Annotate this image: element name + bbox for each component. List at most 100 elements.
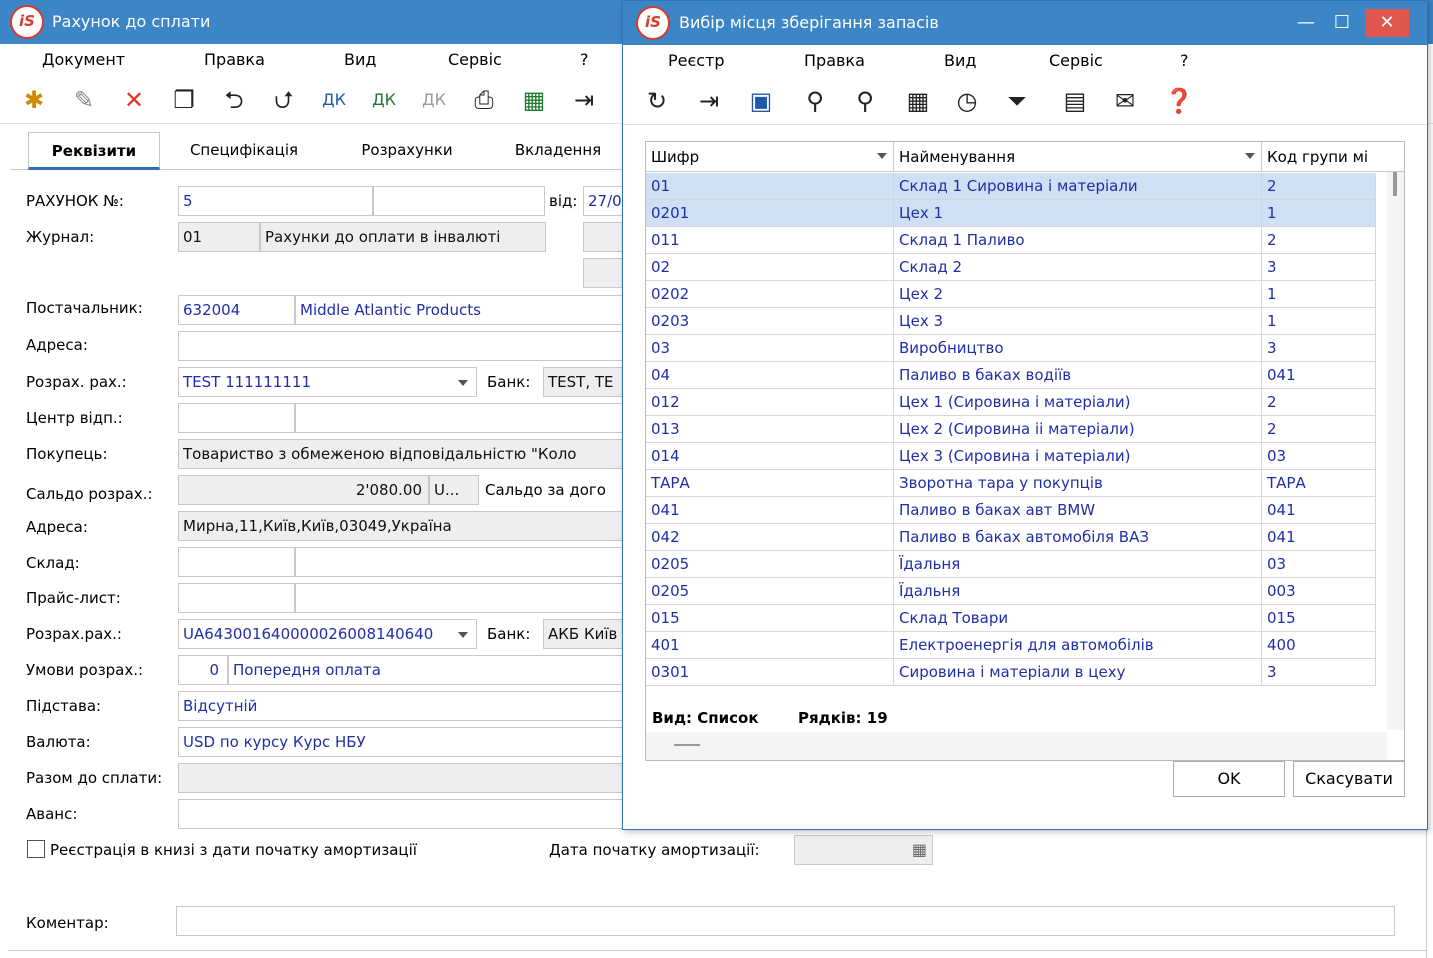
supplier-code-field[interactable]: 632004 — [178, 295, 295, 325]
column-name[interactable]: Найменування — [894, 142, 1262, 172]
period-icon[interactable]: ◷ — [949, 83, 985, 119]
supplier-address-field[interactable] — [178, 331, 623, 361]
search-icon[interactable]: ⚲ — [797, 83, 833, 119]
invoice-suffix-field[interactable] — [373, 186, 545, 216]
menu-service[interactable]: Сервіс — [1049, 51, 1103, 70]
invoice-number-field[interactable]: 5 — [178, 186, 373, 216]
calendar-icon[interactable]: ▦ — [912, 836, 927, 864]
tab-attachments[interactable]: Вкладення — [502, 132, 614, 170]
menu-help[interactable]: ? — [1180, 51, 1189, 70]
table-row[interactable]: 013 Цех 2 (Сировина ii матеріали) 2 — [646, 416, 1376, 443]
delete-document-icon[interactable]: ✕ — [116, 82, 152, 118]
horizontal-scrollbar[interactable] — [646, 732, 1387, 760]
cell-code: 0201 — [646, 200, 894, 227]
table-row[interactable]: 0201 Цех 11 — [646, 200, 1376, 227]
table-row[interactable]: 0301 Сировина і матеріали в цеху 3 — [646, 659, 1376, 686]
account-select[interactable]: TEST 111111111 — [178, 367, 477, 397]
table-row[interactable]: 0205 Їдальня 003 — [646, 578, 1376, 605]
center-name-field[interactable] — [295, 403, 623, 433]
menu-view[interactable]: Вид — [344, 50, 376, 69]
table-row[interactable]: 014 Цех 3 (Сировина і матеріали) 03 — [646, 443, 1376, 470]
search-next-icon[interactable]: ⚲ — [847, 83, 883, 119]
pricelist-name-field[interactable] — [295, 583, 623, 613]
edit-document-icon[interactable]: ✎ — [66, 82, 102, 118]
column-group-code[interactable]: Код групи мі — [1262, 142, 1404, 172]
terms-code-field[interactable]: 0 — [178, 655, 228, 685]
help-icon[interactable]: ❓ — [1161, 83, 1197, 119]
print-icon[interactable]: ⎙ — [466, 82, 502, 118]
basis-field[interactable]: Відсутній — [178, 691, 623, 721]
minimize-icon[interactable]: — — [1289, 9, 1323, 37]
chevron-down-icon[interactable] — [458, 380, 468, 386]
currency-field[interactable]: USD по курсу Курс НБУ — [178, 727, 623, 757]
import-icon[interactable]: ⮌ — [216, 82, 252, 118]
menu-edit[interactable]: Правка — [804, 51, 865, 70]
register-checkbox[interactable] — [27, 840, 45, 858]
export-icon[interactable]: ⮍ — [266, 82, 302, 118]
debit-credit-cancel-icon[interactable]: ДК — [416, 82, 452, 118]
filter-icon[interactable] — [877, 153, 887, 159]
debit-credit-post-icon[interactable]: ДК — [366, 82, 402, 118]
tab-details[interactable]: Реквізити — [28, 132, 160, 170]
mail-icon[interactable]: ✉ — [1107, 83, 1143, 119]
clear-filter-icon[interactable]: ⏷ — [999, 83, 1035, 119]
center-code-field[interactable] — [178, 403, 295, 433]
table-row[interactable]: 04 Паливо в баках водіїв 041 — [646, 362, 1376, 389]
warehouse-code-field[interactable] — [178, 547, 295, 577]
table-row[interactable]: 0205 Їдальня 03 — [646, 551, 1376, 578]
menu-document[interactable]: Документ — [42, 50, 125, 69]
table-row[interactable]: 03 Виробництво 3 — [646, 335, 1376, 362]
amort-date-field[interactable]: ▦ — [794, 835, 933, 865]
table-row[interactable]: 0203 Цех 31 — [646, 308, 1376, 335]
warehouse-name-field[interactable] — [295, 547, 623, 577]
terms-name-field[interactable]: Попередня оплата — [228, 655, 623, 685]
table-row[interactable]: 01 Склад 1 Сировина і матеріали 2 — [646, 173, 1376, 200]
excel-icon[interactable]: ▦ — [516, 82, 552, 118]
table-row[interactable]: 02 Склад 23 — [646, 254, 1376, 281]
table-row[interactable]: 401 Електроенергія для автомобілів 400 — [646, 632, 1376, 659]
copy-icon[interactable]: ❐ — [166, 82, 202, 118]
table-row[interactable]: 041 Паливо в баках авт BMW 041 — [646, 497, 1376, 524]
document-icon[interactable]: ▤ — [1057, 83, 1093, 119]
save-icon[interactable]: ▣ — [743, 83, 779, 119]
new-document-icon[interactable]: ✱ — [16, 82, 52, 118]
cell-code: 012 — [646, 389, 894, 416]
menu-help[interactable]: ? — [580, 50, 589, 69]
ok-button[interactable]: OK — [1173, 761, 1285, 797]
bank-field: TEST, TE — [543, 367, 623, 397]
scrollbar-thumb[interactable] — [1393, 172, 1397, 196]
menu-view[interactable]: Вид — [944, 51, 976, 70]
table-row[interactable]: ТАРА Зворотна тара у покупців ТАРА — [646, 470, 1376, 497]
from-date-field[interactable]: 27/0 — [583, 186, 623, 216]
table-row[interactable]: 015 Склад Товари 015 — [646, 605, 1376, 632]
debit-credit-icon[interactable]: ДК — [316, 82, 352, 118]
table-row[interactable]: 0202 Цех 21 — [646, 281, 1376, 308]
tab-specification[interactable]: Специфікація — [174, 132, 314, 170]
refresh-icon[interactable]: ↻ — [639, 83, 675, 119]
maximize-icon[interactable]: ☐ — [1325, 9, 1359, 37]
column-code[interactable]: Шифр — [646, 142, 894, 172]
scrollbar-thumb[interactable] — [674, 744, 700, 746]
table-view-icon[interactable]: ▦ — [900, 83, 936, 119]
supplier-name-field[interactable]: Middle Atlantic Products — [295, 295, 623, 325]
advance-field[interactable] — [178, 799, 623, 829]
filter-icon[interactable] — [1245, 153, 1255, 159]
account-label: Розрах. рах.: — [26, 373, 127, 391]
table-row[interactable]: 011 Склад 1 Паливо 2 — [646, 227, 1376, 254]
menu-service[interactable]: Сервіс — [448, 50, 502, 69]
chevron-down-icon[interactable] — [458, 632, 468, 638]
cancel-button[interactable]: Скасувати — [1293, 761, 1405, 797]
exit-icon[interactable]: ⇥ — [566, 82, 602, 118]
vertical-scrollbar[interactable] — [1387, 172, 1404, 730]
cell-group-code: 1 — [1262, 308, 1376, 335]
comment-field[interactable] — [176, 906, 1395, 936]
exit-icon[interactable]: ⇥ — [691, 83, 727, 119]
table-row[interactable]: 012 Цех 1 (Сировина і матеріали) 2 — [646, 389, 1376, 416]
table-row[interactable]: 042 Паливо в баках автомобіля ВАЗ 041 — [646, 524, 1376, 551]
menu-edit[interactable]: Правка — [204, 50, 265, 69]
pricelist-code-field[interactable] — [178, 583, 295, 613]
account2-select[interactable]: UA643001640000026008140640 — [178, 619, 477, 649]
tab-calculations[interactable]: Розрахунки — [342, 132, 472, 170]
close-icon[interactable]: ✕ — [1365, 9, 1409, 37]
menu-registry[interactable]: Реєстр — [668, 51, 725, 70]
